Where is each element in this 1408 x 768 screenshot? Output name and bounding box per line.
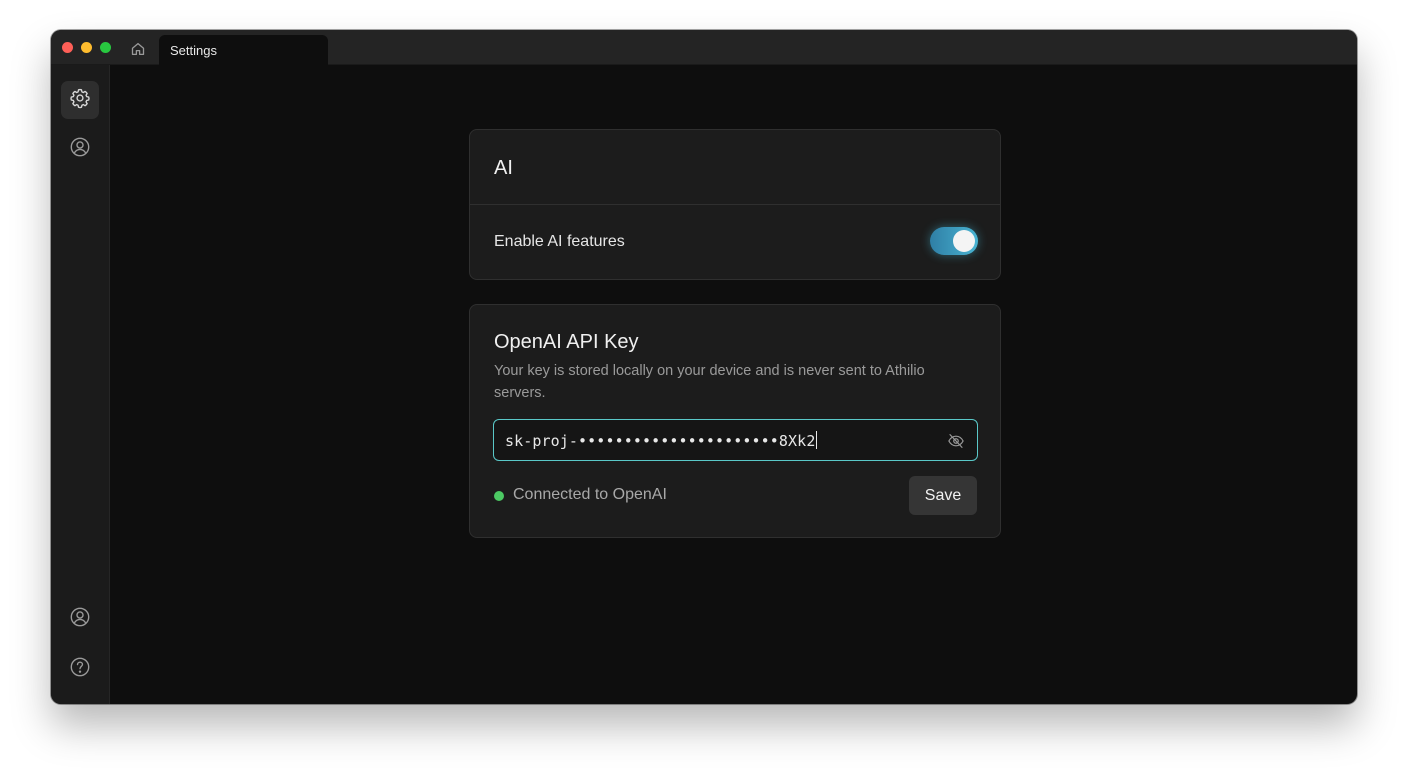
ai-section-title: AI — [494, 157, 513, 179]
close-window-button[interactable] — [62, 42, 73, 53]
tab-settings[interactable]: Settings — [159, 35, 328, 66]
question-circle-icon — [69, 656, 91, 683]
api-key-card: OpenAI API Key Your key is stored locall… — [469, 304, 1001, 538]
user-circle-icon — [69, 136, 91, 163]
api-key-title: OpenAI API Key — [494, 331, 639, 353]
minimize-window-button[interactable] — [81, 42, 92, 53]
sidebar — [51, 65, 110, 704]
maximize-window-button[interactable] — [100, 42, 111, 53]
gear-icon — [69, 87, 91, 114]
connection-status: Connected to OpenAI — [513, 486, 667, 503]
text-caret — [816, 431, 818, 449]
eye-off-icon[interactable] — [945, 430, 967, 452]
tab-label: Settings — [170, 43, 217, 58]
api-key-description: Your key is stored locally on your devic… — [494, 363, 925, 401]
sidebar-item-settings[interactable] — [61, 81, 99, 119]
app-window: Settings AI Enable AI features OpenAI AP… — [51, 30, 1357, 704]
enable-ai-toggle[interactable] — [930, 227, 978, 255]
divider — [470, 204, 1000, 205]
user-circle-icon — [69, 606, 91, 633]
enable-ai-label: Enable AI features — [494, 233, 625, 250]
ai-settings-card: AI Enable AI features — [469, 129, 1001, 280]
sidebar-item-help[interactable] — [61, 650, 99, 688]
sidebar-item-account[interactable] — [61, 600, 99, 638]
api-key-value: sk-proj-••••••••••••••••••••••8Xk2 — [505, 431, 818, 450]
sidebar-item-profile[interactable] — [61, 130, 99, 168]
home-icon[interactable] — [127, 38, 149, 60]
title-bar: Settings — [51, 30, 1357, 66]
save-button[interactable]: Save — [909, 476, 977, 515]
status-indicator — [494, 491, 504, 501]
api-key-input[interactable]: sk-proj-••••••••••••••••••••••8Xk2 — [493, 419, 978, 461]
toggle-knob — [953, 230, 975, 252]
